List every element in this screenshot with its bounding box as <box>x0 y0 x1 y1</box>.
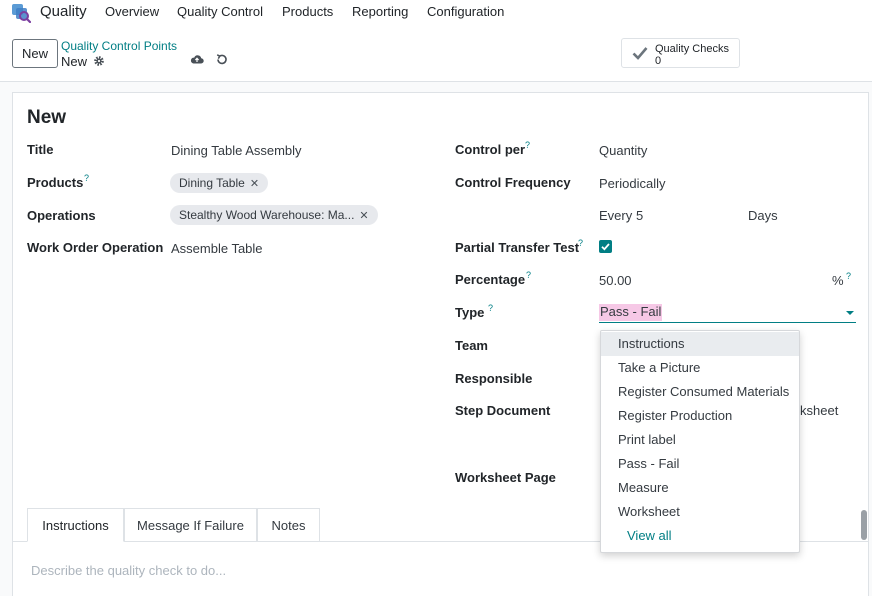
quality-checks-stat-button[interactable]: Quality Checks 0 <box>621 38 740 68</box>
wo-operation-label: Work Order Operation <box>27 240 164 255</box>
stat-label: Quality Checks <box>655 43 729 55</box>
team-label: Team <box>455 338 488 353</box>
type-help-icon[interactable]: ? <box>488 303 493 313</box>
title-label: Title <box>27 142 54 157</box>
control-per-label: Control per <box>455 142 526 157</box>
app-name[interactable]: Quality <box>40 3 87 20</box>
breadcrumb-parent[interactable]: Quality Control Points <box>61 39 177 53</box>
dropdown-option-register-production[interactable]: Register Production <box>601 404 799 428</box>
breadcrumb-current: New <box>61 54 88 69</box>
quality-app-icon[interactable] <box>11 3 31 23</box>
percentage-field[interactable]: 50.00 <box>599 273 632 288</box>
control-per-help-icon[interactable]: ? <box>525 140 530 150</box>
stat-value: 0 <box>655 55 662 67</box>
tab-notes[interactable]: Notes <box>257 508 320 542</box>
menu-products[interactable]: Products <box>282 4 333 19</box>
responsible-label: Responsible <box>455 371 533 386</box>
control-panel: New Quality Control Points New Quality C… <box>0 26 872 82</box>
product-tag-label: Dining Table <box>179 176 245 190</box>
remove-tag-icon[interactable]: ✕ <box>250 177 259 190</box>
chevron-down-icon[interactable] <box>846 311 854 315</box>
dropdown-option-pass-fail[interactable]: Pass - Fail <box>601 452 799 476</box>
type-label: Type <box>455 305 485 320</box>
checkmark-icon <box>632 47 648 60</box>
type-select-value[interactable]: Pass - Fail <box>599 304 663 321</box>
tab-instructions[interactable]: Instructions <box>27 508 124 542</box>
dropdown-option-instructions[interactable]: Instructions <box>601 332 799 356</box>
percent-help-icon[interactable]: ? <box>846 271 851 281</box>
remove-tag-icon[interactable]: ✕ <box>359 209 368 222</box>
dropdown-option-measure[interactable]: Measure <box>601 476 799 500</box>
type-dropdown-menu: Instructions Take a Picture Register Con… <box>600 330 800 553</box>
percentage-help-icon[interactable]: ? <box>526 270 531 280</box>
partial-transfer-checkbox[interactable] <box>599 240 612 253</box>
operation-tag-label: Stealthy Wood Warehouse: Ma... <box>179 208 355 222</box>
record-title: New <box>27 107 67 128</box>
menu-overview[interactable]: Overview <box>105 4 159 19</box>
dropdown-option-register-consumed[interactable]: Register Consumed Materials <box>601 380 799 404</box>
frequency-label: Control Frequency <box>455 175 571 190</box>
partial-help-icon[interactable]: ? <box>578 238 583 248</box>
percentage-label: Percentage <box>455 272 526 287</box>
dropdown-option-worksheet[interactable]: Worksheet <box>601 500 799 524</box>
checkbox-check-icon <box>601 243 610 251</box>
products-label: Products <box>27 175 84 190</box>
frequency-field[interactable]: Periodically <box>599 176 665 191</box>
step-document-value[interactable]: ksheet <box>800 403 838 418</box>
every-label: Every <box>599 208 633 223</box>
menu-quality-control[interactable]: Quality Control <box>177 4 263 19</box>
dropdown-option-print-label[interactable]: Print label <box>601 428 799 452</box>
operations-label: Operations <box>27 208 96 223</box>
dropdown-view-all[interactable]: View all <box>601 524 799 548</box>
worksheet-page-label: Worksheet Page <box>455 470 556 485</box>
menu-configuration[interactable]: Configuration <box>427 4 504 19</box>
products-help-icon[interactable]: ? <box>84 173 89 183</box>
step-document-label: Step Document <box>455 403 551 418</box>
dropdown-option-take-picture[interactable]: Take a Picture <box>601 356 799 380</box>
gear-icon[interactable] <box>93 55 105 67</box>
save-cloud-icon[interactable] <box>190 53 204 65</box>
discard-undo-icon[interactable] <box>215 53 228 66</box>
new-button[interactable]: New <box>12 39 58 68</box>
instructions-editor[interactable]: Describe the quality check to do... <box>31 563 226 578</box>
title-field[interactable]: Dining Table Assembly <box>171 143 302 158</box>
type-select[interactable]: Pass - Fail <box>599 303 856 323</box>
operation-tag[interactable]: Stealthy Wood Warehouse: Ma... ✕ <box>170 205 378 225</box>
every-unit-field[interactable]: Days <box>748 208 778 223</box>
scrollbar-thumb[interactable] <box>861 510 867 540</box>
control-per-field[interactable]: Quantity <box>599 143 647 158</box>
percentage-unit: % <box>832 273 844 288</box>
tab-message-if-failure[interactable]: Message If Failure <box>124 508 257 542</box>
menu-reporting[interactable]: Reporting <box>352 4 408 19</box>
every-value-field[interactable]: 5 <box>636 208 643 223</box>
product-tag[interactable]: Dining Table ✕ <box>170 173 269 193</box>
top-navbar: Quality Overview Quality Control Product… <box>0 0 872 26</box>
wo-operation-field[interactable]: Assemble Table <box>171 241 263 256</box>
partial-transfer-label: Partial Transfer Test <box>455 240 580 255</box>
